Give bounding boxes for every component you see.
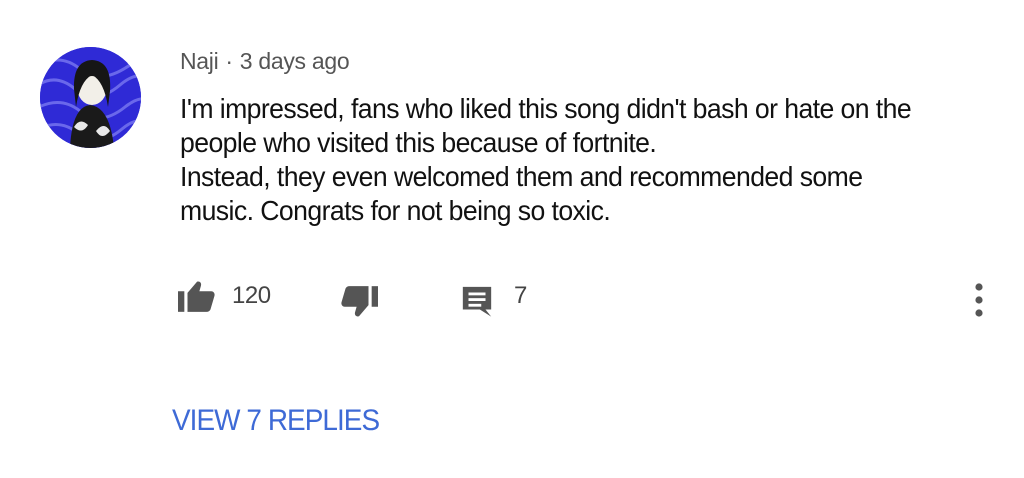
timestamp[interactable]: 3 days ago xyxy=(240,48,350,74)
avatar-image xyxy=(40,47,141,148)
comment-card: Naji · 3 days ago I'm impressed, fans who … xyxy=(0,0,1024,478)
like-button[interactable]: 120 xyxy=(178,280,271,312)
comment-line: Instead, they even welcomed them and rec… xyxy=(180,161,863,192)
reply-button[interactable]: 7 xyxy=(460,282,527,318)
comment-icon xyxy=(462,286,492,317)
comment-text: I'm impressed, fans who liked this song … xyxy=(180,92,959,228)
comment-line: people who visited this because of fortn… xyxy=(180,127,657,158)
comment-header: Naji · 3 days ago xyxy=(180,48,350,75)
comment-line: I'm impressed, fans who liked this song … xyxy=(180,93,912,124)
avatar[interactable] xyxy=(40,47,141,148)
thumbs-up-icon xyxy=(178,281,215,312)
author-name[interactable]: Naji xyxy=(180,48,219,74)
view-replies-link[interactable]: VIEW 7 REPLIES xyxy=(172,404,380,438)
comment-line: music. Congrats for not being so toxic. xyxy=(180,195,611,226)
meta-separator: · xyxy=(225,48,233,74)
comment-actions: 120 7 xyxy=(0,278,1024,322)
more-options-button[interactable] xyxy=(972,280,986,320)
reply-count: 7 xyxy=(514,282,527,309)
thumbs-down-icon xyxy=(341,286,378,317)
dislike-button[interactable] xyxy=(340,286,378,318)
like-count: 120 xyxy=(232,282,271,309)
more-vertical-icon xyxy=(975,283,983,317)
